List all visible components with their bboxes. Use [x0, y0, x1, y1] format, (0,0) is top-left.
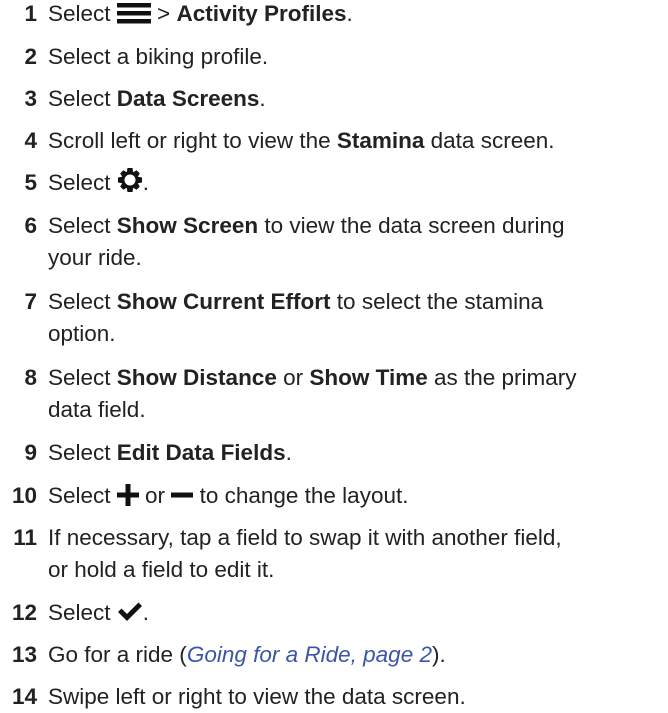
- step-text: Swipe left or right to view the data scr…: [48, 684, 466, 709]
- step-text: Select or to change the layout.: [48, 483, 409, 508]
- step-text: If necessary, tap a field to swap it wit…: [48, 525, 562, 582]
- gear-icon: [117, 167, 143, 193]
- step-number: 9: [24, 440, 37, 465]
- step-text: Select .: [48, 167, 663, 199]
- step-number: 5: [24, 170, 37, 195]
- step-number: 14: [11, 684, 37, 709]
- step-text: Select Show Distance or Show Time as the…: [48, 365, 577, 422]
- step-text: Select > Activity Profiles.: [48, 1, 353, 26]
- step-number: 3: [24, 86, 37, 111]
- step-number: 4: [24, 128, 37, 153]
- menu-item-name: Data Screens: [116, 86, 260, 111]
- minus-icon: [171, 484, 194, 506]
- step-text: Select Edit Data Fields.: [48, 440, 292, 465]
- step-number: 6: [24, 213, 37, 238]
- cross-reference-link[interactable]: Going for a Ride, page 2: [187, 642, 432, 667]
- plus-icon: [116, 484, 139, 506]
- step-text: Select Show Current Effort to select the…: [48, 289, 544, 346]
- setting-name: Show Time: [309, 365, 428, 390]
- step-text: Select Data Screens.: [48, 86, 266, 111]
- setting-name: Show Distance: [116, 365, 277, 390]
- step-number: 10: [11, 483, 37, 508]
- step-number: 13: [11, 642, 37, 667]
- menu-item-name: Activity Profiles: [176, 1, 347, 26]
- menu-icon: [116, 2, 151, 24]
- step-number: 2: [24, 44, 37, 69]
- step-number: 12: [11, 600, 37, 625]
- step-number: 7: [24, 289, 37, 314]
- checkmark-icon: [117, 601, 143, 623]
- step-text: Select a biking profile.: [48, 44, 269, 69]
- step-text: Scroll left or right to view the Stamina…: [48, 128, 555, 153]
- setting-name: Edit Data Fields: [116, 440, 286, 465]
- setting-name: Show Current Effort: [116, 289, 331, 314]
- screen-name: Stamina: [336, 128, 425, 153]
- step-number: 1: [24, 1, 37, 26]
- step-number: 8: [24, 365, 37, 390]
- step-text: Select .: [48, 600, 150, 625]
- step-text: Select Show Screen to view the data scre…: [48, 213, 565, 270]
- step-text: Go for a ride (Going for a Ride, page 2)…: [48, 642, 446, 667]
- setting-name: Show Screen: [116, 213, 259, 238]
- step-number: 11: [13, 525, 37, 550]
